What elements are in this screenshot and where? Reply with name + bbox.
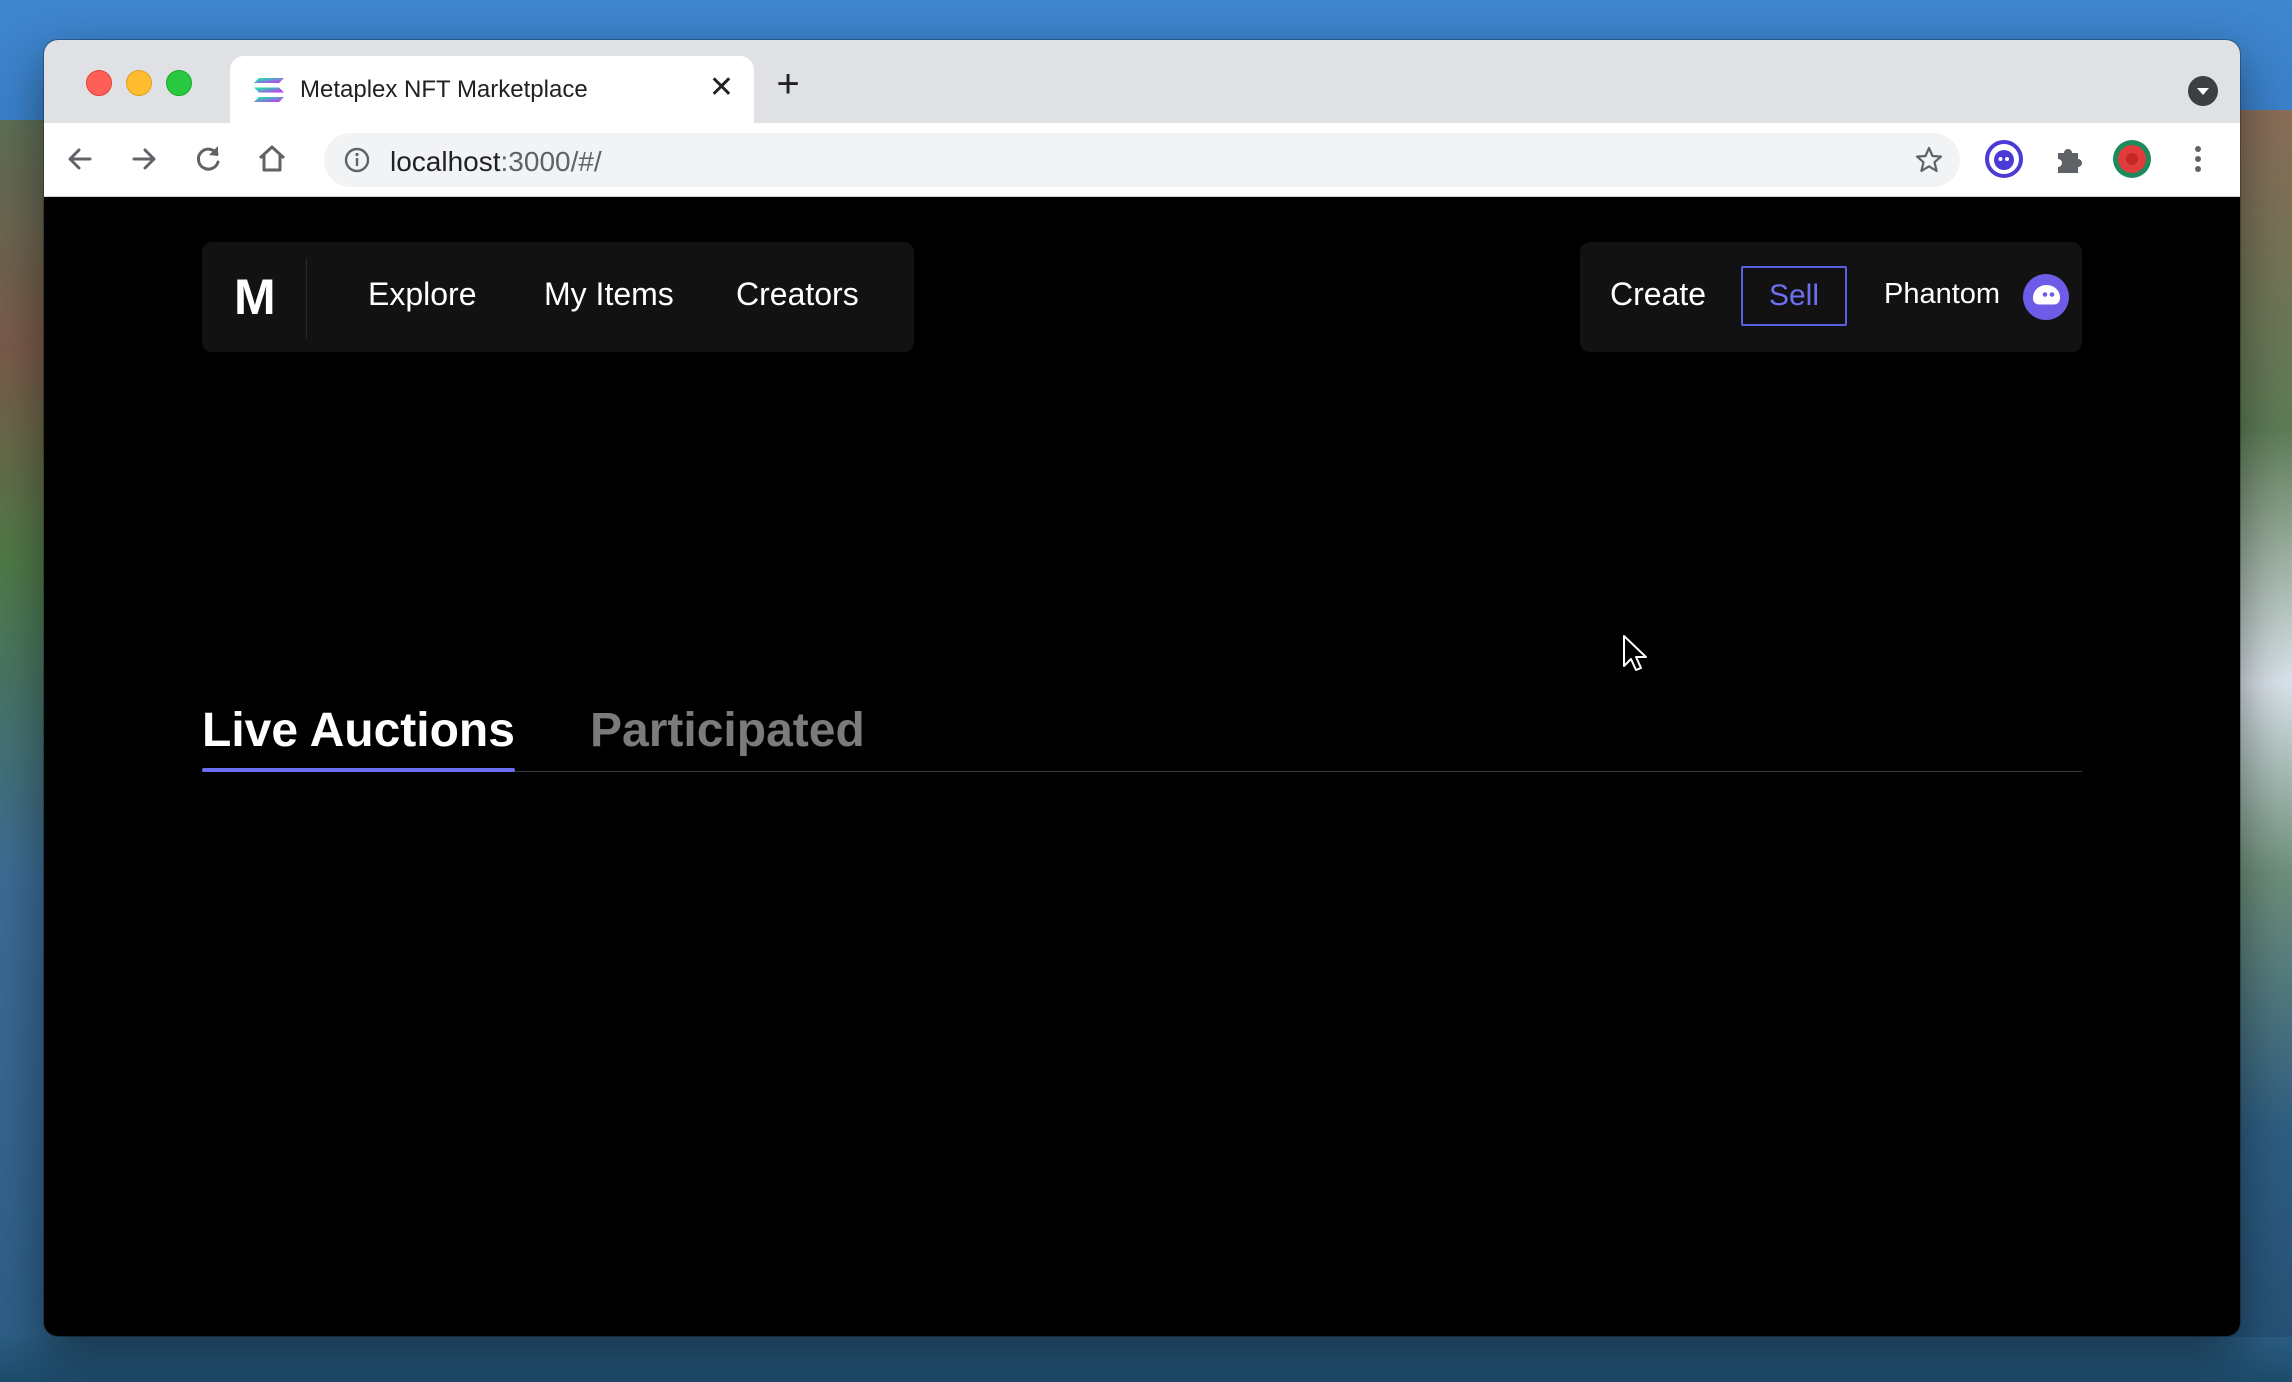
browser-titlebar: Metaplex NFT Marketplace ✕ + bbox=[44, 40, 2240, 123]
browser-window: Metaplex NFT Marketplace ✕ + localhost:3… bbox=[44, 40, 2240, 1336]
metaplex-logo[interactable]: M bbox=[234, 268, 276, 326]
nav-my-items[interactable]: My Items bbox=[544, 276, 674, 313]
tab-search-icon[interactable] bbox=[2188, 76, 2218, 106]
browser-tab-title: Metaplex NFT Marketplace bbox=[300, 76, 588, 103]
url-text[interactable]: localhost:3000/#/ bbox=[390, 146, 602, 178]
wallet-name[interactable]: Phantom bbox=[1884, 278, 2000, 311]
reload-icon[interactable] bbox=[190, 141, 226, 177]
site-info-icon[interactable] bbox=[344, 147, 370, 173]
forward-arrow-icon[interactable] bbox=[126, 141, 162, 177]
app-page: M Explore My Items Creators Create Sell … bbox=[44, 197, 2240, 1336]
window-maximize-button[interactable] bbox=[166, 70, 192, 96]
address-bar[interactable]: localhost:3000/#/ bbox=[324, 133, 1960, 187]
nav-divider bbox=[306, 258, 307, 338]
puzzle-extensions-icon[interactable] bbox=[2048, 139, 2088, 179]
mouse-pointer-icon bbox=[1622, 634, 1650, 674]
create-button[interactable]: Create bbox=[1610, 276, 1706, 313]
back-arrow-icon[interactable] bbox=[62, 141, 98, 177]
browser-tab-active[interactable]: Metaplex NFT Marketplace ✕ bbox=[230, 56, 754, 123]
window-minimize-button[interactable] bbox=[126, 70, 152, 96]
auction-tabs: Live Auctions Participated bbox=[202, 707, 2082, 772]
desktop-wallpaper-bottom bbox=[0, 1337, 2292, 1382]
window-close-button[interactable] bbox=[86, 70, 112, 96]
tab-participated[interactable]: Participated bbox=[590, 707, 865, 755]
nav-creators[interactable]: Creators bbox=[736, 276, 859, 313]
url-path: :3000/#/ bbox=[500, 146, 602, 177]
browser-toolbar: localhost:3000/#/ bbox=[44, 123, 2240, 197]
tab-live-auctions[interactable]: Live Auctions bbox=[202, 707, 515, 772]
home-icon[interactable] bbox=[254, 141, 290, 177]
new-tab-button[interactable]: + bbox=[768, 64, 808, 106]
sell-button[interactable]: Sell bbox=[1741, 266, 1847, 326]
url-host: localhost bbox=[390, 146, 501, 177]
nav-explore[interactable]: Explore bbox=[368, 276, 477, 313]
phantom-extension-icon[interactable] bbox=[1984, 139, 2024, 179]
phantom-wallet-icon[interactable] bbox=[2023, 274, 2069, 320]
solana-logo-icon bbox=[254, 78, 284, 102]
tab-close-icon[interactable]: ✕ bbox=[709, 73, 734, 103]
profile-avatar-icon[interactable] bbox=[2112, 139, 2152, 179]
main-nav: M Explore My Items Creators bbox=[202, 242, 914, 352]
kebab-menu-icon[interactable] bbox=[2178, 139, 2218, 179]
bookmark-star-icon[interactable] bbox=[1914, 145, 1944, 175]
desktop-wallpaper-right bbox=[2232, 110, 2292, 1382]
action-nav: Create Sell Phantom bbox=[1580, 242, 2082, 352]
